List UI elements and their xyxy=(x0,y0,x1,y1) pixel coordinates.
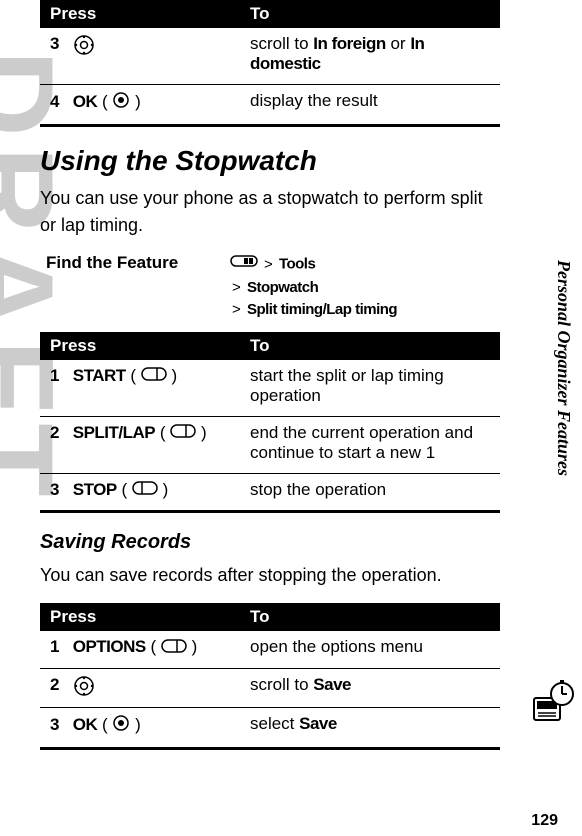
paren-close: ) xyxy=(172,366,178,385)
table-header-to: To xyxy=(240,603,500,631)
cell-text: stop the operation xyxy=(240,473,500,512)
key-label: START xyxy=(73,366,126,385)
table-header-press: Press xyxy=(40,332,240,360)
stopwatch-graphic-icon xyxy=(530,680,576,731)
cell-text: or xyxy=(386,34,411,53)
menu-key-icon xyxy=(230,253,258,277)
key-label: OK xyxy=(73,92,98,111)
breadcrumb-separator: > xyxy=(232,301,241,318)
nav-key-icon xyxy=(73,34,95,56)
paren-close: ) xyxy=(135,92,141,111)
soft-key-icon xyxy=(132,480,158,500)
soft-key-icon xyxy=(141,366,167,386)
paren-close: ) xyxy=(192,637,198,656)
subsection-heading: Saving Records xyxy=(40,531,494,554)
cell-bold: Save xyxy=(299,714,337,733)
table-header-to: To xyxy=(240,332,500,360)
page-number: 129 xyxy=(531,812,558,830)
cell-bold: Save xyxy=(313,675,351,694)
table-row: 3 OK ( ) select Save xyxy=(40,707,500,748)
paren-open: ( xyxy=(130,366,136,385)
table-header-press: Press xyxy=(40,0,240,28)
menu-path-item: Split timing/Lap timing xyxy=(247,301,397,318)
paren-close: ) xyxy=(135,715,141,734)
table-row: 3 scroll to In foreign or In domestic xyxy=(40,28,500,85)
step-number: 3 xyxy=(50,34,68,54)
table-row: 2 scroll to Save xyxy=(40,668,500,707)
find-the-feature: Find the Feature > Tools > Stopwatch > S… xyxy=(40,253,494,322)
soft-key-icon xyxy=(170,423,196,443)
section-heading: Using the Stopwatch xyxy=(40,145,494,177)
table-row: 1 OPTIONS ( ) open the options menu xyxy=(40,631,500,668)
table-row: 4 OK ( ) display the result xyxy=(40,85,500,126)
step-number: 1 xyxy=(50,366,68,386)
instruction-table-2: Press To 1 START ( ) start the split or … xyxy=(40,332,500,514)
side-chapter-label: Personal Organizer Features xyxy=(553,260,574,476)
key-label: SPLIT/LAP xyxy=(73,423,155,442)
step-number: 3 xyxy=(50,715,68,735)
menu-path-item: Stopwatch xyxy=(247,279,318,296)
key-label: STOP xyxy=(73,480,117,499)
cell-text: display the result xyxy=(240,85,500,126)
cell-text: start the split or lap timing operation xyxy=(240,360,500,417)
find-label: Find the Feature xyxy=(40,253,230,273)
center-key-icon xyxy=(112,91,130,114)
intro-text: You can use your phone as a stopwatch to… xyxy=(40,185,494,239)
find-path: > Tools > Stopwatch > Split timing/Lap t… xyxy=(230,253,397,322)
paren-close: ) xyxy=(201,423,207,442)
nav-key-icon xyxy=(73,675,95,697)
paren-open: ( xyxy=(150,637,156,656)
center-key-icon xyxy=(112,714,130,737)
step-number: 2 xyxy=(50,423,68,443)
paren-open: ( xyxy=(102,92,108,111)
cell-text: end the current operation and continue t… xyxy=(240,416,500,473)
table-row: 1 START ( ) start the split or lap timin… xyxy=(40,360,500,417)
cell-text: scroll to xyxy=(250,34,313,53)
table-header-to: To xyxy=(240,0,500,28)
cell-text: scroll to xyxy=(250,675,313,694)
key-label: OK xyxy=(73,715,98,734)
menu-path-item: Tools xyxy=(279,256,315,273)
breadcrumb-separator: > xyxy=(232,279,241,296)
table-row: 2 SPLIT/LAP ( ) end the current operatio… xyxy=(40,416,500,473)
soft-key-icon xyxy=(161,638,187,658)
breadcrumb-separator: > xyxy=(264,256,273,273)
step-number: 4 xyxy=(50,92,68,112)
step-number: 1 xyxy=(50,637,68,657)
cell-text: select xyxy=(250,714,299,733)
paren-open: ( xyxy=(121,480,127,499)
table-header-press: Press xyxy=(40,603,240,631)
sub-intro-text: You can save records after stopping the … xyxy=(40,562,494,589)
cell-text: open the options menu xyxy=(240,631,500,668)
cell-bold: In foreign xyxy=(313,34,385,53)
step-number: 2 xyxy=(50,675,68,695)
table-row: 3 STOP ( ) stop the operation xyxy=(40,473,500,512)
paren-close: ) xyxy=(163,480,169,499)
paren-open: ( xyxy=(160,423,166,442)
step-number: 3 xyxy=(50,480,68,500)
instruction-table-3: Press To 1 OPTIONS ( ) open the options … xyxy=(40,603,500,750)
key-label: OPTIONS xyxy=(73,637,146,656)
paren-open: ( xyxy=(102,715,108,734)
instruction-table-1: Press To 3 scroll to In foreign or In do… xyxy=(40,0,500,127)
